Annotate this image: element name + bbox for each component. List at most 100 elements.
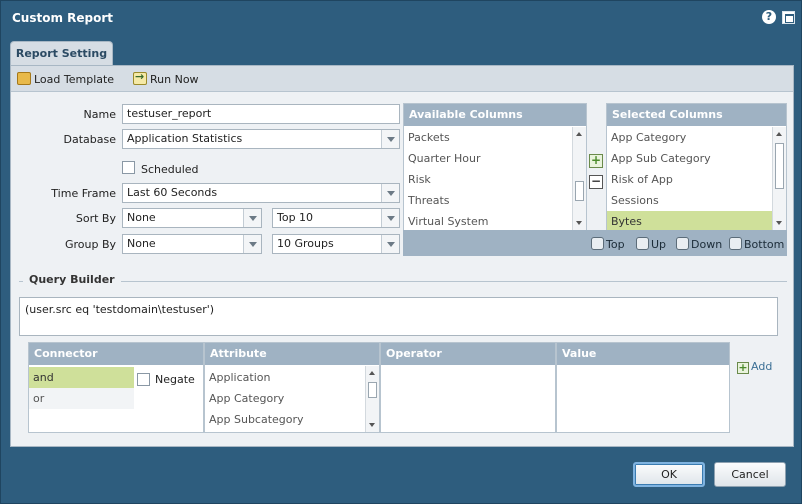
- scroll-thumb[interactable]: [775, 143, 784, 189]
- connector-column: Connector and or Negate: [28, 342, 204, 433]
- move-down-button[interactable]: Down: [676, 237, 722, 251]
- title-bar: Custom Report ?: [1, 1, 801, 35]
- group-count-value: 10 Groups: [277, 237, 334, 250]
- help-icon[interactable]: ?: [762, 10, 776, 24]
- available-columns-header: Available Columns: [404, 104, 586, 126]
- scroll-thumb[interactable]: [368, 382, 377, 398]
- move-top-icon: [591, 237, 604, 250]
- list-item[interactable]: App Sub Category: [607, 148, 772, 169]
- available-scrollbar[interactable]: [572, 127, 586, 230]
- move-up-button[interactable]: Up: [636, 237, 666, 251]
- scroll-down-icon[interactable]: [776, 221, 782, 225]
- sort-by-value: None: [127, 211, 156, 224]
- list-item[interactable]: or: [29, 388, 134, 409]
- remove-column-icon[interactable]: −: [589, 175, 603, 189]
- move-up-label: Up: [651, 238, 667, 251]
- move-top-button[interactable]: Top: [591, 237, 625, 251]
- time-frame-label: Time Frame: [51, 187, 116, 200]
- move-top-label: Top: [606, 238, 625, 251]
- value-column[interactable]: Value: [556, 342, 730, 433]
- add-column-icon[interactable]: +: [589, 154, 603, 168]
- custom-report-dialog: Custom Report ? Report Setting Load Temp…: [0, 0, 802, 504]
- dialog-title: Custom Report: [12, 11, 114, 25]
- chevron-down-icon: [243, 209, 261, 227]
- column-order-bar: Top Up Down Bottom: [403, 230, 787, 256]
- run-icon: [133, 70, 147, 85]
- scroll-up-icon[interactable]: [776, 132, 782, 136]
- scroll-down-icon[interactable]: [576, 221, 582, 225]
- database-value: Application Statistics: [127, 132, 243, 145]
- chevron-down-icon: [381, 130, 399, 148]
- tab-report-setting[interactable]: Report Setting: [10, 41, 113, 66]
- attribute-scrollbar[interactable]: [365, 366, 379, 432]
- group-by-select[interactable]: None: [122, 234, 262, 254]
- attribute-header: Attribute: [205, 343, 379, 365]
- add-icon: +: [737, 361, 749, 374]
- move-bottom-button[interactable]: Bottom: [729, 237, 784, 251]
- list-item[interactable]: App Category: [205, 388, 363, 409]
- sort-by-select[interactable]: None: [122, 208, 262, 228]
- connector-header: Connector: [29, 343, 203, 365]
- move-down-label: Down: [691, 238, 723, 251]
- available-columns-list[interactable]: Available Columns Packets Quarter Hour R…: [403, 103, 587, 231]
- list-item[interactable]: App Subcategory: [205, 409, 363, 430]
- move-bottom-icon: [729, 237, 742, 250]
- list-item[interactable]: Application: [205, 367, 363, 388]
- report-setting-panel: Load Template Run Now Name testuser_repo…: [10, 65, 794, 447]
- list-item[interactable]: Sessions: [607, 190, 772, 211]
- scroll-down-icon[interactable]: [369, 423, 375, 427]
- value-header: Value: [557, 343, 729, 365]
- attribute-column: Attribute Application App Category App S…: [204, 342, 380, 433]
- negate-checkbox[interactable]: [137, 373, 150, 386]
- folder-icon: [17, 72, 31, 85]
- scheduled-checkbox[interactable]: [122, 161, 135, 174]
- selected-scrollbar[interactable]: [772, 127, 786, 230]
- list-item[interactable]: Bytes: [607, 211, 772, 232]
- name-label: Name: [83, 108, 116, 121]
- list-item[interactable]: Virtual System: [404, 211, 572, 232]
- query-text-area[interactable]: (user.src eq 'testdomain\testuser'): [19, 297, 778, 336]
- operator-header: Operator: [381, 343, 555, 365]
- database-select[interactable]: Application Statistics: [122, 129, 400, 149]
- maximize-icon[interactable]: [782, 11, 795, 24]
- chevron-down-icon: [243, 235, 261, 253]
- scroll-thumb[interactable]: [575, 181, 584, 201]
- chevron-down-icon: [381, 209, 399, 227]
- scheduled-label: Scheduled: [141, 163, 199, 176]
- ok-button[interactable]: OK: [633, 462, 705, 487]
- list-item[interactable]: and: [29, 367, 134, 388]
- run-now-button[interactable]: Run Now: [133, 70, 199, 87]
- scroll-up-icon[interactable]: [369, 371, 375, 375]
- list-item[interactable]: Packets: [404, 127, 572, 148]
- toolbar: Load Template Run Now: [11, 66, 793, 92]
- list-item[interactable]: Threats: [404, 190, 572, 211]
- list-item[interactable]: Risk of App: [607, 169, 772, 190]
- time-frame-value: Last 60 Seconds: [127, 186, 218, 199]
- group-by-value: None: [127, 237, 156, 250]
- chevron-down-icon: [381, 235, 399, 253]
- list-item[interactable]: Quarter Hour: [404, 148, 572, 169]
- list-item[interactable]: Risk: [404, 169, 572, 190]
- load-template-label: Load Template: [34, 73, 115, 86]
- move-down-icon: [676, 237, 689, 250]
- cancel-button[interactable]: Cancel: [714, 462, 786, 487]
- sort-top-select[interactable]: Top 10: [272, 208, 400, 228]
- name-field[interactable]: testuser_report: [122, 104, 400, 124]
- list-item[interactable]: App Category: [607, 127, 772, 148]
- move-up-icon: [636, 237, 649, 250]
- operator-column[interactable]: Operator: [380, 342, 556, 433]
- add-query-button[interactable]: + Add: [737, 360, 772, 374]
- group-by-label: Group By: [64, 238, 116, 251]
- group-count-select[interactable]: 10 Groups: [272, 234, 400, 254]
- time-frame-select[interactable]: Last 60 Seconds: [122, 183, 400, 203]
- selected-columns-list[interactable]: Selected Columns App Category App Sub Ca…: [606, 103, 787, 232]
- add-label: Add: [751, 360, 773, 373]
- sort-top-value: Top 10: [277, 211, 314, 224]
- scroll-up-icon[interactable]: [576, 132, 582, 136]
- negate-label: Negate: [155, 373, 195, 386]
- query-builder-title: Query Builder: [23, 273, 121, 286]
- load-template-button[interactable]: Load Template: [17, 72, 114, 87]
- database-label: Database: [63, 133, 117, 146]
- selected-columns-header: Selected Columns: [607, 104, 786, 126]
- sort-by-label: Sort By: [75, 212, 116, 225]
